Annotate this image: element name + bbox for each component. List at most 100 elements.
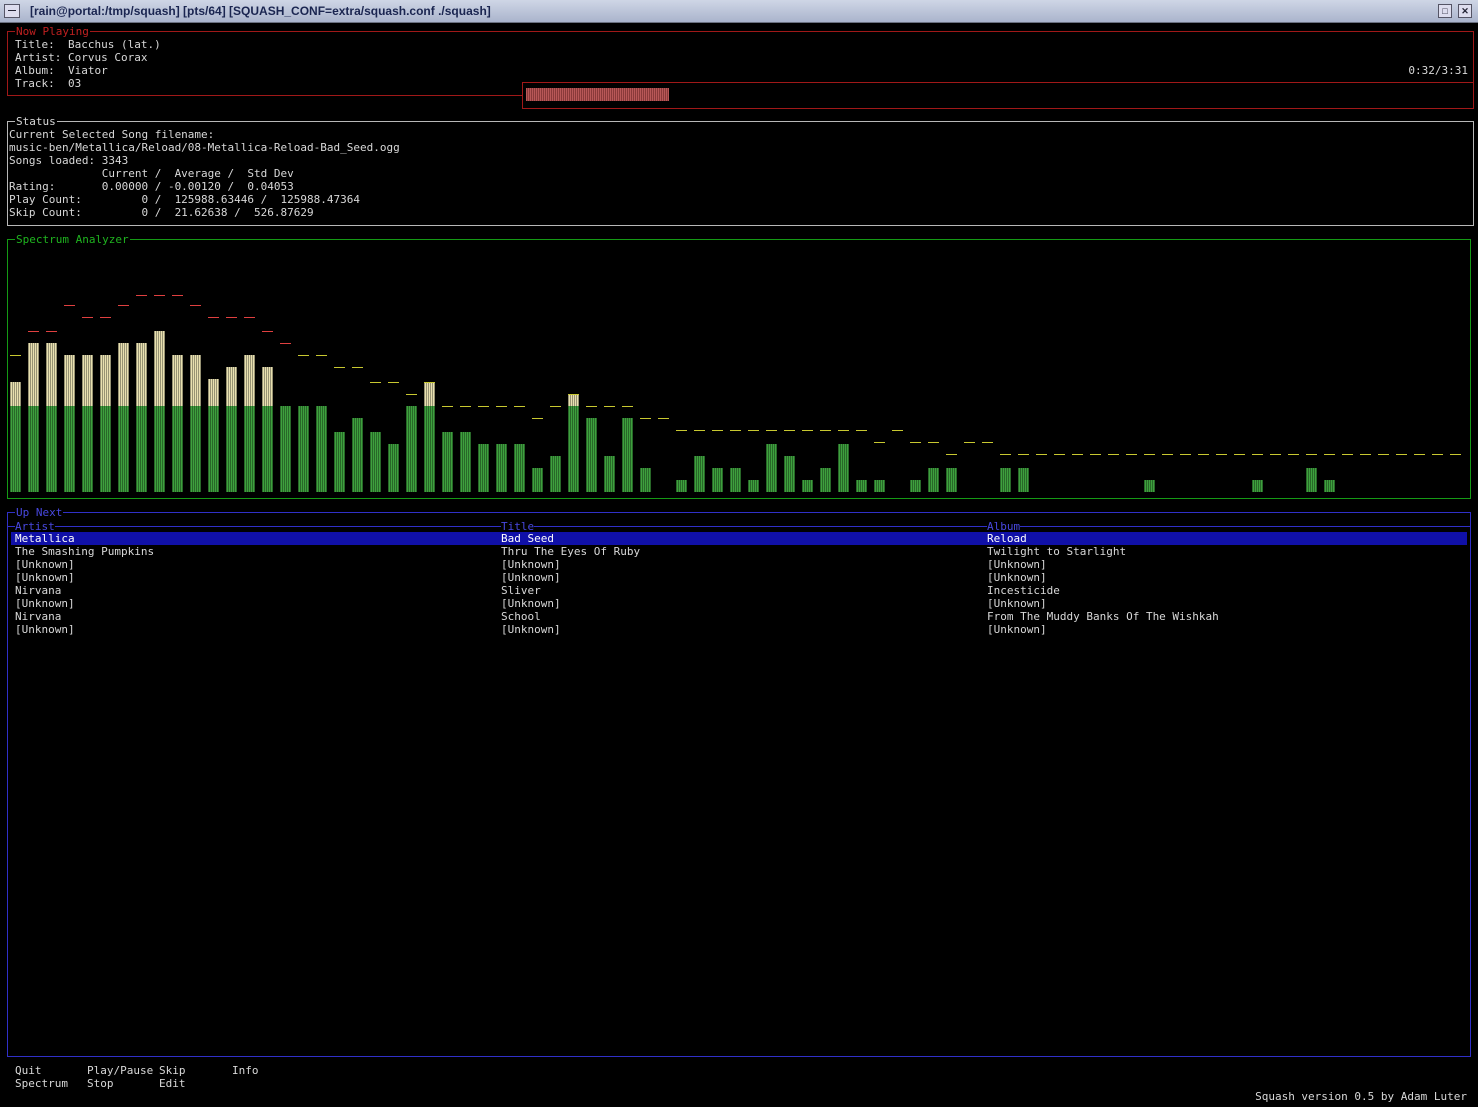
queue-album: [Unknown] — [987, 571, 1047, 584]
spectrum-bar — [694, 456, 705, 492]
now-playing-track: Track: 03 — [15, 77, 82, 90]
spectrum-panel: Spectrum Analyzer — [7, 233, 1471, 499]
queue-row[interactable]: [Unknown] [Unknown] [Unknown] — [11, 623, 1467, 636]
spectrum-peak — [280, 343, 291, 344]
spectrum-peak — [514, 406, 525, 407]
spectrum-peak — [460, 406, 471, 407]
spectrum-bar — [856, 480, 867, 492]
spectrum-bar — [1018, 468, 1029, 492]
window-menu-icon[interactable] — [4, 4, 20, 18]
spectrum-peak — [1450, 454, 1461, 455]
spectrum-peak — [622, 406, 633, 407]
spectrum-peak — [1180, 454, 1191, 455]
spectrum-key[interactable]: Spectrum — [15, 1077, 68, 1090]
window-title: [rain@portal:/tmp/squash] [pts/64] [SQUA… — [30, 4, 491, 18]
queue-title: [Unknown] — [501, 597, 561, 610]
skip-key[interactable]: Skip — [159, 1064, 186, 1077]
spectrum-peak — [964, 442, 975, 443]
spectrum-bar — [154, 331, 165, 492]
spectrum-bar — [136, 343, 147, 492]
queue-title: Thru The Eyes Of Ruby — [501, 545, 641, 558]
spectrum-bar — [100, 355, 111, 492]
spectrum-bar — [1306, 468, 1317, 492]
now-playing-legend: Now Playing — [15, 25, 90, 38]
now-playing-album: Album: Viator — [15, 64, 108, 77]
status-filename-label: Current Selected Song filename: — [9, 128, 215, 141]
spectrum-bar — [676, 480, 687, 492]
queue-album: [Unknown] — [987, 597, 1047, 610]
queue-row[interactable]: [Unknown] [Unknown] [Unknown] — [11, 597, 1467, 610]
info-key[interactable]: Info — [232, 1064, 259, 1077]
version-text: Squash version 0.5 by Adam Luter — [1255, 1090, 1467, 1103]
queue-artist: [Unknown] — [15, 597, 75, 610]
spectrum-bar — [244, 355, 255, 492]
restore-icon[interactable]: □ — [1438, 4, 1452, 18]
spectrum-peak — [496, 406, 507, 407]
stop-key[interactable]: Stop — [87, 1077, 114, 1090]
queue-album: Incesticide — [987, 584, 1060, 597]
queue-row[interactable]: Nirvana Sliver Incesticide — [11, 584, 1467, 597]
spectrum-peak — [946, 454, 957, 455]
spectrum-bar — [496, 444, 507, 492]
spectrum-peak — [1270, 454, 1281, 455]
now-playing-title: Title: Bacchus (lat.) — [15, 38, 161, 51]
spectrum-bar — [352, 418, 363, 492]
status-rating: Rating: 0.00000 / -0.00120 / 0.04053 — [9, 180, 294, 193]
spectrum-bar — [1252, 480, 1263, 492]
spectrum-peak — [1324, 454, 1335, 455]
spectrum-bar — [442, 432, 453, 492]
spectrum-peak — [532, 418, 543, 419]
edit-key[interactable]: Edit — [159, 1077, 186, 1090]
spectrum-bar — [316, 406, 327, 492]
spectrum-bar — [568, 394, 579, 492]
queue-row[interactable]: The Smashing Pumpkins Thru The Eyes Of Ru… — [11, 545, 1467, 558]
queue-row[interactable]: [Unknown] [Unknown] [Unknown] — [11, 558, 1467, 571]
spectrum-bar — [622, 418, 633, 492]
queue-artist: Nirvana — [15, 610, 62, 623]
queue-artist: Nirvana — [15, 584, 62, 597]
queue-row[interactable]: Metallica Bad Seed Reload — [11, 532, 1467, 545]
up-next-panel: Up Next Artist Title Album Metallica Bad … — [7, 506, 1471, 1057]
spectrum-peak — [1018, 454, 1029, 455]
spectrum-peak — [1126, 454, 1137, 455]
quit-key[interactable]: Quit — [15, 1064, 42, 1077]
close-icon[interactable]: ✕ — [1458, 4, 1472, 18]
spectrum-bar — [730, 468, 741, 492]
playback-time: 0:32/3:31 — [1408, 64, 1468, 77]
spectrum-bar — [802, 480, 813, 492]
spectrum-peak — [64, 305, 75, 306]
spectrum-bar — [10, 382, 21, 492]
queue-title: [Unknown] — [501, 623, 561, 636]
spectrum-peak — [784, 430, 795, 431]
spectrum-peak — [658, 418, 669, 419]
spectrum-bar — [586, 418, 597, 492]
spectrum-legend: Spectrum Analyzer — [15, 233, 130, 246]
spectrum-bar — [460, 432, 471, 492]
spectrum-peak — [100, 317, 111, 318]
spectrum-peak — [388, 382, 399, 383]
spectrum-bar — [784, 456, 795, 492]
spectrum-peak — [1216, 454, 1227, 455]
queue-album: From The Muddy Banks Of The Wishkah — [987, 610, 1219, 623]
spectrum-peak — [1252, 454, 1263, 455]
spectrum-peak — [10, 355, 21, 356]
queue-row[interactable]: [Unknown] [Unknown] [Unknown] — [11, 571, 1467, 584]
spectrum-peak — [928, 442, 939, 443]
queue-row[interactable]: Nirvana School From The Muddy Banks Of The… — [11, 610, 1467, 623]
spectrum-bar — [208, 379, 219, 492]
spectrum-peak — [892, 430, 903, 431]
spectrum-peak — [640, 418, 651, 419]
spectrum-peak — [226, 317, 237, 318]
spectrum-bar — [298, 406, 309, 492]
spectrum-peak — [298, 355, 309, 356]
spectrum-peak — [1414, 454, 1425, 455]
queue-title: [Unknown] — [501, 571, 561, 584]
play-pause-key[interactable]: Play/Pause — [87, 1064, 153, 1077]
spectrum-bar — [550, 456, 561, 492]
spectrum-peak — [1306, 454, 1317, 455]
queue-album: [Unknown] — [987, 623, 1047, 636]
spectrum-bar — [172, 355, 183, 492]
progress-bar[interactable] — [522, 82, 1474, 109]
spectrum-bar — [1000, 468, 1011, 492]
spectrum-peak — [730, 430, 741, 431]
